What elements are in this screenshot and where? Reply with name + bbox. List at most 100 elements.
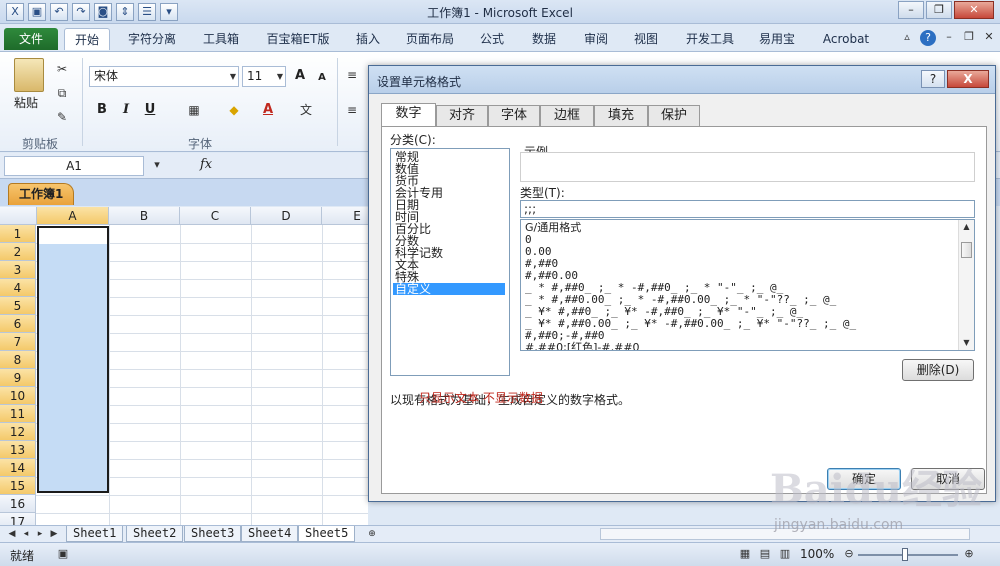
minimize-icon[interactable]: –	[898, 1, 924, 19]
close-workbook-icon[interactable]: ✕	[982, 30, 996, 44]
zoom-slider-track[interactable]	[858, 554, 958, 556]
page-break-view-icon[interactable]: ▥	[778, 547, 792, 561]
tab-acrobat[interactable]: Acrobat	[816, 28, 876, 50]
row-header[interactable]: 4	[0, 279, 36, 297]
align-icon[interactable]: ≡	[342, 66, 362, 84]
format-code-item[interactable]: #,##0;[红色]-#,##0	[525, 342, 640, 351]
type-input[interactable]: ;;;	[520, 200, 975, 218]
row-header[interactable]: 6	[0, 315, 36, 333]
namebox-dropdown-icon[interactable]: ▾	[150, 158, 164, 172]
column-header-a[interactable]: A	[37, 207, 109, 225]
row-header[interactable]: 16	[0, 495, 36, 513]
fill-color-icon[interactable]: ◆	[224, 101, 244, 119]
restore-icon[interactable]: ❐	[926, 1, 952, 19]
restore-workbook-icon[interactable]: ❐	[962, 30, 976, 44]
column-header-b[interactable]: B	[109, 207, 180, 225]
font-name-combo[interactable]: 宋体 ▼	[89, 66, 239, 87]
row-header[interactable]: 9	[0, 369, 36, 387]
category-list[interactable]: 常规 数值 货币 会计专用 日期 时间 百分比 分数 科学记数 文本 特殊 自定…	[390, 148, 510, 376]
italic-button[interactable]: I	[116, 100, 136, 120]
format-code-list[interactable]: G/通用格式 0 0.00 #,##0 #,##0.00 _ * #,##0_ …	[520, 219, 975, 351]
tab-border[interactable]: 边框	[540, 105, 594, 126]
tab-home[interactable]: 开始	[64, 28, 110, 50]
row-header[interactable]: 3	[0, 261, 36, 279]
scroll-thumb[interactable]	[961, 242, 972, 258]
zoom-in-icon[interactable]: ⊕	[962, 547, 976, 561]
tab-char-split[interactable]: 字符分离	[120, 28, 184, 50]
font-color-button[interactable]: A	[258, 100, 278, 120]
next-sheet-icon[interactable]: ▸	[34, 528, 46, 540]
tab-review[interactable]: 审阅	[576, 28, 616, 50]
row-header[interactable]: 7	[0, 333, 36, 351]
name-box[interactable]: A1	[4, 156, 144, 176]
macro-record-icon[interactable]: ▣	[56, 547, 70, 561]
column-header-e[interactable]: E	[322, 207, 368, 225]
row-header[interactable]: 12	[0, 423, 36, 441]
sheet-tab-sheet1[interactable]: Sheet1	[66, 526, 124, 542]
tab-formulas[interactable]: 公式	[472, 28, 512, 50]
bold-button[interactable]: B	[92, 100, 112, 120]
page-layout-view-icon[interactable]: ▤	[758, 547, 772, 561]
paste-button-label[interactable]: 粘贴	[14, 94, 38, 111]
tab-number[interactable]: 数字	[381, 103, 436, 127]
ok-button[interactable]: 确定	[827, 468, 901, 490]
zoom-out-icon[interactable]: ⊖	[842, 547, 856, 561]
row-header[interactable]: 15	[0, 477, 36, 495]
tab-data[interactable]: 数据	[524, 28, 564, 50]
underline-button[interactable]: U	[140, 100, 160, 120]
insert-sheet-icon[interactable]: ⊕	[364, 528, 380, 540]
tab-font[interactable]: 字体	[488, 105, 540, 126]
tab-yiyongbao[interactable]: 易用宝	[752, 28, 802, 50]
scroll-up-icon[interactable]: ▲	[959, 220, 974, 234]
borders-icon[interactable]: ▦	[184, 101, 204, 119]
row-header[interactable]: 14	[0, 459, 36, 477]
shrink-font-button[interactable]: A	[312, 68, 332, 88]
tab-protection[interactable]: 保护	[648, 105, 700, 126]
grow-font-button[interactable]: A	[290, 66, 310, 86]
format-code-item[interactable]: G/通用格式	[525, 222, 581, 234]
close-window-icon[interactable]: ✕	[954, 1, 994, 19]
zoom-slider-thumb[interactable]	[902, 548, 908, 561]
cut-icon[interactable]: ✂	[52, 60, 72, 78]
tab-toolbox[interactable]: 工具箱	[196, 28, 246, 50]
cancel-button[interactable]: 取消	[911, 468, 985, 490]
row-header[interactable]: 10	[0, 387, 36, 405]
align-left-icon[interactable]: ≡	[342, 101, 362, 119]
tab-developer[interactable]: 开发工具	[678, 28, 742, 50]
select-all-corner[interactable]	[0, 207, 37, 225]
row-header[interactable]: 11	[0, 405, 36, 423]
workbook-tab[interactable]: 工作簿1	[8, 183, 75, 205]
paste-icon[interactable]	[14, 58, 44, 92]
format-painter-icon[interactable]: ✎	[52, 108, 72, 126]
row-header[interactable]: 17	[0, 513, 36, 525]
insert-function-button[interactable]: fx	[200, 157, 212, 172]
tab-file[interactable]: 文件	[4, 28, 58, 50]
sheet-tab-sheet5[interactable]: Sheet5	[298, 526, 356, 542]
tab-insert[interactable]: 插入	[348, 28, 388, 50]
tab-page-layout[interactable]: 页面布局	[398, 28, 462, 50]
delete-button[interactable]: 删除(D)	[902, 359, 974, 381]
prev-sheet-icon[interactable]: ◂	[20, 528, 32, 540]
row-header[interactable]: 1	[0, 225, 36, 243]
row-header[interactable]: 5	[0, 297, 36, 315]
horizontal-scrollbar[interactable]	[600, 528, 970, 540]
font-size-combo[interactable]: 11 ▼	[242, 66, 286, 87]
scroll-down-icon[interactable]: ▼	[959, 336, 974, 350]
column-header-c[interactable]: C	[180, 207, 251, 225]
tab-baibaoxiang[interactable]: 百宝箱ET版	[258, 28, 338, 50]
tab-fill[interactable]: 填充	[594, 105, 648, 126]
row-header[interactable]: 8	[0, 351, 36, 369]
column-header-d[interactable]: D	[251, 207, 322, 225]
cell-selection-a1-a15[interactable]	[37, 226, 109, 493]
sheet-tab-sheet4[interactable]: Sheet4	[241, 526, 299, 542]
sheet-tab-sheet2[interactable]: Sheet2	[126, 526, 184, 542]
dialog-close-button[interactable]: X	[947, 70, 989, 88]
format-list-scrollbar[interactable]: ▲ ▼	[958, 220, 974, 350]
normal-view-icon[interactable]: ▦	[738, 547, 752, 561]
row-header[interactable]: 2	[0, 243, 36, 261]
copy-icon[interactable]: ⧉	[52, 84, 72, 102]
dialog-help-button[interactable]: ?	[921, 70, 945, 88]
first-sheet-icon[interactable]: ◀	[6, 528, 18, 540]
minimize-workbook-icon[interactable]: –	[942, 30, 956, 44]
help-icon[interactable]: ?	[920, 30, 936, 46]
